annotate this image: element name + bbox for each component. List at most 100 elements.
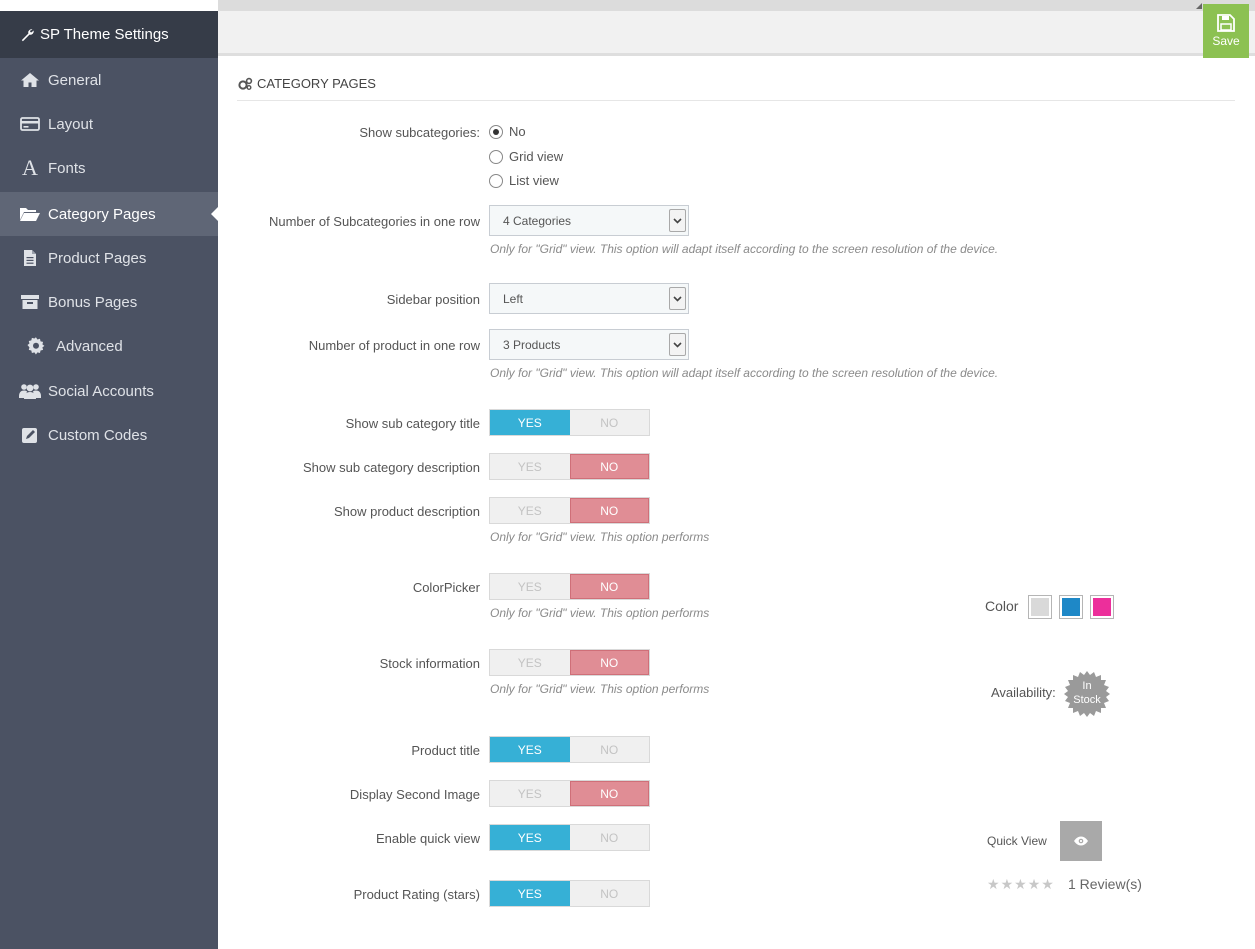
toggle-no[interactable]: NO <box>569 650 649 675</box>
color-label: Color <box>985 598 1019 614</box>
toggle-yes[interactable]: YES <box>490 825 570 850</box>
toggle-no[interactable]: NO <box>570 881 650 906</box>
sidebar-item-label: General <box>48 71 102 89</box>
folder-open-icon <box>16 206 44 222</box>
enable-quick-view-toggle: YES NO <box>489 824 650 851</box>
show-product-description-label: Show product description <box>334 504 480 519</box>
radio-list-view[interactable]: List view <box>489 173 559 188</box>
color-swatch-pink[interactable] <box>1090 595 1114 619</box>
help-text: Only for "Grid" view. This option will a… <box>490 242 999 256</box>
show-sub-category-description-toggle: YES NO <box>489 453 650 480</box>
colorpicker-toggle: YES NO <box>489 573 650 600</box>
toggle-no[interactable]: NO <box>570 737 650 762</box>
star-icon: ★ <box>1014 876 1027 892</box>
sidebar-item-product-pages[interactable]: Product Pages <box>0 236 218 280</box>
sidebar-position-select[interactable]: Left <box>489 283 689 314</box>
radio-label: Grid view <box>509 149 564 164</box>
star-icon: ★ <box>1041 876 1054 892</box>
select-value: 3 Products <box>503 337 561 352</box>
color-swatch-blue[interactable] <box>1059 595 1083 619</box>
section-divider <box>237 100 1235 101</box>
credit-card-icon <box>16 116 44 132</box>
swatch-fill <box>1093 598 1111 616</box>
display-second-image-label: Display Second Image <box>349 787 480 802</box>
section-title: CATEGORY PAGES <box>238 76 376 91</box>
toggle-no[interactable]: NO <box>569 574 649 599</box>
product-title-toggle: YES NO <box>489 736 650 763</box>
toggle-yes[interactable]: YES <box>490 498 570 523</box>
product-title-label: Product title <box>411 743 480 758</box>
sidebar-header: SP Theme Settings <box>0 11 218 58</box>
toggle-no[interactable]: NO <box>570 410 650 435</box>
sidebar-item-general[interactable]: General <box>0 58 218 102</box>
sidebar-item-bonus-pages[interactable]: Bonus Pages <box>0 280 218 324</box>
archive-icon <box>16 294 44 310</box>
wrench-icon <box>21 28 34 41</box>
star-icon: ★ <box>1027 876 1041 892</box>
badge-line-2: Stock <box>1073 694 1101 706</box>
toggle-no[interactable]: NO <box>569 781 649 806</box>
sidebar-item-label: Fonts <box>48 159 86 177</box>
radio-grid-view[interactable]: Grid view <box>489 149 563 164</box>
quick-view-button[interactable] <box>1060 821 1102 861</box>
product-rating-label: Product Rating (stars) <box>353 887 480 902</box>
sidebar-item-social-accounts[interactable]: Social Accounts <box>0 369 218 413</box>
toggle-yes[interactable]: YES <box>490 737 570 762</box>
colorpicker-label: ColorPicker <box>412 580 480 595</box>
sidebar-title: SP Theme Settings <box>40 26 169 43</box>
stock-information-label: Stock information <box>379 656 480 671</box>
sidebar-item-label: Advanced <box>56 337 123 355</box>
users-icon <box>16 382 44 400</box>
subcategories-per-row-select[interactable]: 4 Categories <box>489 205 689 236</box>
floppy-disk-icon <box>1217 14 1235 32</box>
radio-circle <box>489 149 503 164</box>
product-rating-toggle: YES NO <box>489 880 650 907</box>
chevron-down-icon <box>669 333 686 356</box>
color-swatch-grey[interactable] <box>1028 595 1052 619</box>
sidebar: SP Theme Settings General Layout A Fonts… <box>0 0 218 949</box>
help-text: Only for "Grid" view. This option perfor… <box>490 530 710 544</box>
reviews-count[interactable]: 1 Review(s) <box>1068 876 1142 892</box>
file-text-icon <box>16 249 44 267</box>
subcategories-per-row-label: Number of Subcategories in one row <box>268 214 480 229</box>
gear-icon <box>22 337 50 355</box>
in-stock-badge: In Stock <box>1064 671 1110 717</box>
sidebar-item-custom-codes[interactable]: Custom Codes <box>0 413 218 457</box>
help-text: Only for "Grid" view. This option perfor… <box>490 606 710 620</box>
products-per-row-label: Number of product in one row <box>308 338 480 353</box>
save-button[interactable]: Save <box>1203 4 1249 58</box>
sidebar-item-label: Category Pages <box>48 205 156 223</box>
sidebar-item-fonts[interactable]: A Fonts <box>0 146 218 190</box>
sidebar-item-category-pages[interactable]: Category Pages <box>0 192 218 236</box>
toggle-yes[interactable]: YES <box>490 574 570 599</box>
products-per-row-select[interactable]: 3 Products <box>489 329 689 360</box>
sidebar-item-label: Layout <box>48 115 94 133</box>
chevron-down-icon <box>669 287 686 310</box>
toggle-no[interactable]: NO <box>569 498 649 523</box>
sidebar-item-label: Custom Codes <box>48 426 148 444</box>
toolbar <box>218 11 1255 56</box>
show-sub-category-title-toggle: YES NO <box>489 409 650 436</box>
edit-icon <box>16 426 44 444</box>
radio-circle-checked <box>489 124 503 139</box>
sidebar-position-label: Sidebar position <box>386 292 480 307</box>
show-sub-category-title-label: Show sub category title <box>345 416 480 431</box>
toggle-yes[interactable]: YES <box>490 781 570 806</box>
toggle-yes[interactable]: YES <box>490 410 570 435</box>
select-value: Left <box>503 291 524 306</box>
sidebar-top-strip <box>0 0 218 11</box>
radio-no[interactable]: No <box>489 124 526 139</box>
toggle-yes[interactable]: YES <box>490 881 570 906</box>
rating-stars: ★ ★ ★ ★ ★ <box>987 876 1055 893</box>
enable-quick-view-label: Enable quick view <box>375 831 480 846</box>
toggle-no[interactable]: NO <box>570 825 650 850</box>
toggle-yes[interactable]: YES <box>490 650 570 675</box>
availability-label: Availability: <box>991 685 1056 700</box>
badge-line-1: In <box>1082 680 1092 692</box>
sidebar-item-layout[interactable]: Layout <box>0 102 218 146</box>
sidebar-item-advanced[interactable]: Advanced <box>0 324 218 368</box>
toggle-yes[interactable]: YES <box>490 454 570 479</box>
radio-label: List view <box>509 173 559 188</box>
toggle-no[interactable]: NO <box>569 454 649 479</box>
eye-icon <box>1074 836 1088 846</box>
